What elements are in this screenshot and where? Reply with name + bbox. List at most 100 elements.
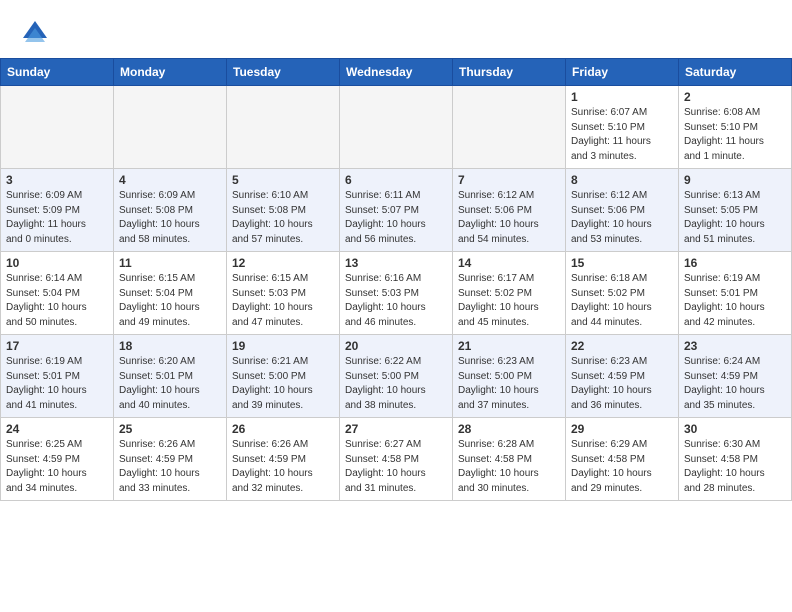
day-info: Sunrise: 6:17 AM Sunset: 5:02 PM Dayligh… — [458, 272, 560, 330]
calendar-day-cell: 24 Sunrise: 6:25 AM Sunset: 4:59 PM Dayli… — [1, 418, 114, 501]
weekday-header: Wednesday — [340, 59, 453, 86]
calendar-header-row: SundayMondayTuesdayWednesdayThursdayFrid… — [1, 59, 792, 86]
day-info: Sunrise: 6:08 AM Sunset: 5:10 PM Dayligh… — [684, 106, 786, 164]
calendar-day-cell: 6 Sunrise: 6:11 AM Sunset: 5:07 PM Daylig… — [340, 169, 453, 252]
day-number: 18 — [119, 339, 221, 353]
day-info: Sunrise: 6:21 AM Sunset: 5:00 PM Dayligh… — [232, 355, 334, 413]
day-number: 10 — [6, 256, 108, 270]
day-number: 20 — [345, 339, 447, 353]
calendar-day-cell: 10 Sunrise: 6:14 AM Sunset: 5:04 PM Dayli… — [1, 252, 114, 335]
day-number: 14 — [458, 256, 560, 270]
day-info: Sunrise: 6:26 AM Sunset: 4:59 PM Dayligh… — [119, 438, 221, 496]
day-number: 30 — [684, 422, 786, 436]
calendar-day-cell: 17 Sunrise: 6:19 AM Sunset: 5:01 PM Dayli… — [1, 335, 114, 418]
day-info: Sunrise: 6:24 AM Sunset: 4:59 PM Dayligh… — [684, 355, 786, 413]
calendar-day-cell: 21 Sunrise: 6:23 AM Sunset: 5:00 PM Dayli… — [453, 335, 566, 418]
day-number: 5 — [232, 173, 334, 187]
day-number: 15 — [571, 256, 673, 270]
day-info: Sunrise: 6:09 AM Sunset: 5:09 PM Dayligh… — [6, 189, 108, 247]
calendar-week-row: 24 Sunrise: 6:25 AM Sunset: 4:59 PM Dayli… — [1, 418, 792, 501]
day-number: 19 — [232, 339, 334, 353]
calendar-day-cell — [227, 86, 340, 169]
day-number: 16 — [684, 256, 786, 270]
calendar-day-cell: 16 Sunrise: 6:19 AM Sunset: 5:01 PM Dayli… — [679, 252, 792, 335]
day-number: 6 — [345, 173, 447, 187]
day-number: 25 — [119, 422, 221, 436]
day-info: Sunrise: 6:30 AM Sunset: 4:58 PM Dayligh… — [684, 438, 786, 496]
calendar: SundayMondayTuesdayWednesdayThursdayFrid… — [0, 58, 792, 501]
weekday-header: Thursday — [453, 59, 566, 86]
day-number: 24 — [6, 422, 108, 436]
calendar-day-cell: 28Sunrise: 6:28 AM Sunset: 4:58 PM Dayli… — [453, 418, 566, 501]
calendar-week-row: 17 Sunrise: 6:19 AM Sunset: 5:01 PM Dayli… — [1, 335, 792, 418]
calendar-day-cell: 23 Sunrise: 6:24 AM Sunset: 4:59 PM Dayli… — [679, 335, 792, 418]
day-number: 9 — [684, 173, 786, 187]
calendar-day-cell — [340, 86, 453, 169]
day-info: Sunrise: 6:23 AM Sunset: 5:00 PM Dayligh… — [458, 355, 560, 413]
calendar-day-cell: 14 Sunrise: 6:17 AM Sunset: 5:02 PM Dayli… — [453, 252, 566, 335]
day-info: Sunrise: 6:11 AM Sunset: 5:07 PM Dayligh… — [345, 189, 447, 247]
day-number: 8 — [571, 173, 673, 187]
logo-icon — [20, 18, 50, 48]
calendar-day-cell: 11 Sunrise: 6:15 AM Sunset: 5:04 PM Dayli… — [114, 252, 227, 335]
calendar-day-cell: 18 Sunrise: 6:20 AM Sunset: 5:01 PM Dayli… — [114, 335, 227, 418]
day-number: 22 — [571, 339, 673, 353]
day-info: Sunrise: 6:14 AM Sunset: 5:04 PM Dayligh… — [6, 272, 108, 330]
day-number: 12 — [232, 256, 334, 270]
day-info: Sunrise: 6:15 AM Sunset: 5:03 PM Dayligh… — [232, 272, 334, 330]
calendar-day-cell: 8 Sunrise: 6:12 AM Sunset: 5:06 PM Daylig… — [566, 169, 679, 252]
day-number: 28 — [458, 422, 560, 436]
day-number: 23 — [684, 339, 786, 353]
calendar-week-row: 3 Sunrise: 6:09 AM Sunset: 5:09 PM Daylig… — [1, 169, 792, 252]
day-number: 3 — [6, 173, 108, 187]
calendar-day-cell: 13 Sunrise: 6:16 AM Sunset: 5:03 PM Dayli… — [340, 252, 453, 335]
calendar-day-cell: 3 Sunrise: 6:09 AM Sunset: 5:09 PM Daylig… — [1, 169, 114, 252]
calendar-day-cell — [114, 86, 227, 169]
day-info: Sunrise: 6:10 AM Sunset: 5:08 PM Dayligh… — [232, 189, 334, 247]
calendar-day-cell: 27 Sunrise: 6:27 AM Sunset: 4:58 PM Dayli… — [340, 418, 453, 501]
calendar-week-row: 1 Sunrise: 6:07 AM Sunset: 5:10 PM Daylig… — [1, 86, 792, 169]
calendar-day-cell: 1 Sunrise: 6:07 AM Sunset: 5:10 PM Daylig… — [566, 86, 679, 169]
day-number: 2 — [684, 90, 786, 104]
day-number: 1 — [571, 90, 673, 104]
calendar-day-cell: 4Sunrise: 6:09 AM Sunset: 5:08 PM Daylig… — [114, 169, 227, 252]
day-number: 26 — [232, 422, 334, 436]
day-info: Sunrise: 6:27 AM Sunset: 4:58 PM Dayligh… — [345, 438, 447, 496]
day-number: 17 — [6, 339, 108, 353]
day-info: Sunrise: 6:19 AM Sunset: 5:01 PM Dayligh… — [6, 355, 108, 413]
calendar-day-cell: 5 Sunrise: 6:10 AM Sunset: 5:08 PM Daylig… — [227, 169, 340, 252]
day-info: Sunrise: 6:18 AM Sunset: 5:02 PM Dayligh… — [571, 272, 673, 330]
day-info: Sunrise: 6:19 AM Sunset: 5:01 PM Dayligh… — [684, 272, 786, 330]
day-number: 11 — [119, 256, 221, 270]
calendar-day-cell: 22 Sunrise: 6:23 AM Sunset: 4:59 PM Dayli… — [566, 335, 679, 418]
calendar-day-cell: 20Sunrise: 6:22 AM Sunset: 5:00 PM Dayli… — [340, 335, 453, 418]
day-info: Sunrise: 6:25 AM Sunset: 4:59 PM Dayligh… — [6, 438, 108, 496]
day-info: Sunrise: 6:16 AM Sunset: 5:03 PM Dayligh… — [345, 272, 447, 330]
calendar-day-cell: 26Sunrise: 6:26 AM Sunset: 4:59 PM Dayli… — [227, 418, 340, 501]
calendar-day-cell: 12 Sunrise: 6:15 AM Sunset: 5:03 PM Dayli… — [227, 252, 340, 335]
day-info: Sunrise: 6:12 AM Sunset: 5:06 PM Dayligh… — [571, 189, 673, 247]
calendar-day-cell: 25 Sunrise: 6:26 AM Sunset: 4:59 PM Dayli… — [114, 418, 227, 501]
weekday-header: Tuesday — [227, 59, 340, 86]
day-info: Sunrise: 6:15 AM Sunset: 5:04 PM Dayligh… — [119, 272, 221, 330]
day-info: Sunrise: 6:29 AM Sunset: 4:58 PM Dayligh… — [571, 438, 673, 496]
day-number: 4 — [119, 173, 221, 187]
calendar-week-row: 10 Sunrise: 6:14 AM Sunset: 5:04 PM Dayli… — [1, 252, 792, 335]
calendar-day-cell — [1, 86, 114, 169]
day-info: Sunrise: 6:20 AM Sunset: 5:01 PM Dayligh… — [119, 355, 221, 413]
day-number: 29 — [571, 422, 673, 436]
day-number: 27 — [345, 422, 447, 436]
calendar-day-cell: 15 Sunrise: 6:18 AM Sunset: 5:02 PM Dayli… — [566, 252, 679, 335]
day-number: 13 — [345, 256, 447, 270]
day-info: Sunrise: 6:07 AM Sunset: 5:10 PM Dayligh… — [571, 106, 673, 164]
calendar-day-cell: 2 Sunrise: 6:08 AM Sunset: 5:10 PM Daylig… — [679, 86, 792, 169]
calendar-day-cell: 9 Sunrise: 6:13 AM Sunset: 5:05 PM Daylig… — [679, 169, 792, 252]
day-number: 21 — [458, 339, 560, 353]
weekday-header: Monday — [114, 59, 227, 86]
page-header — [0, 0, 792, 58]
weekday-header: Saturday — [679, 59, 792, 86]
calendar-day-cell: 30 Sunrise: 6:30 AM Sunset: 4:58 PM Dayli… — [679, 418, 792, 501]
day-info: Sunrise: 6:23 AM Sunset: 4:59 PM Dayligh… — [571, 355, 673, 413]
day-number: 7 — [458, 173, 560, 187]
day-info: Sunrise: 6:13 AM Sunset: 5:05 PM Dayligh… — [684, 189, 786, 247]
